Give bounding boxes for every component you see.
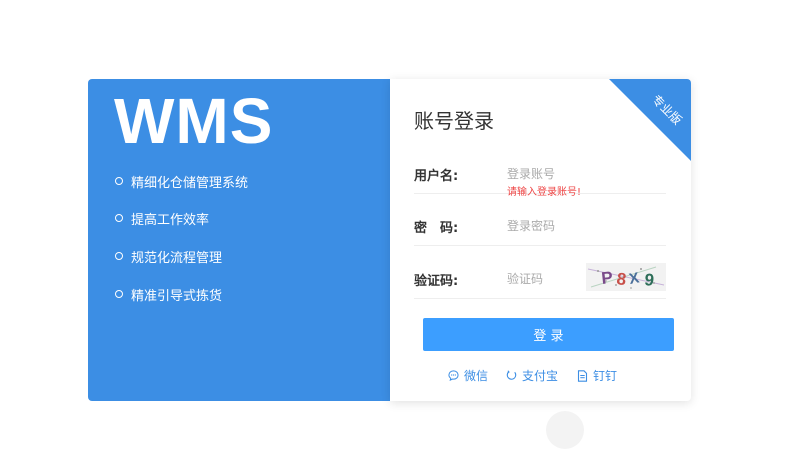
bullet-icon xyxy=(115,290,123,298)
feature-label: 精准引导式拣货 xyxy=(131,288,223,304)
alipay-login[interactable]: 支付宝 xyxy=(506,367,558,384)
password-label: 密 码: xyxy=(414,221,459,236)
captcha-image[interactable]: P 8 X 9 xyxy=(586,263,666,291)
feature-item: 精细化仓储管理系统 xyxy=(115,171,248,191)
feature-item: 规范化流程管理 xyxy=(115,246,222,266)
logo: WMS xyxy=(114,85,274,157)
loading-spinner xyxy=(546,411,584,449)
alipay-label: 支付宝 xyxy=(522,369,559,383)
feature-item: 精准引导式拣货 xyxy=(115,284,222,304)
feature-label: 提高工作效率 xyxy=(131,212,210,228)
svg-text:P: P xyxy=(600,268,613,288)
alipay-icon xyxy=(506,370,517,380)
chat-bubble-icon xyxy=(448,370,459,381)
bullet-icon xyxy=(115,177,123,185)
feature-label: 规范化流程管理 xyxy=(131,250,223,266)
username-error: 请输入登录账号! xyxy=(507,187,582,198)
bullet-icon xyxy=(115,252,123,260)
feature-label: 精细化仓储管理系统 xyxy=(131,175,249,191)
login-panel: 专业版 账号登录 用户名: 请输入登录账号! 密 码: 验证码: P 8 X 9… xyxy=(390,79,691,401)
captcha-label: 验证码: xyxy=(414,274,459,289)
password-input[interactable] xyxy=(505,212,659,240)
svg-text:9: 9 xyxy=(644,270,655,290)
dingtalk-label: 钉钉 xyxy=(593,369,618,383)
dingtalk-login[interactable]: 钉钉 xyxy=(577,367,617,384)
document-icon xyxy=(577,369,588,382)
wechat-login[interactable]: 微信 xyxy=(448,367,488,384)
username-label: 用户名: xyxy=(414,169,459,184)
login-title: 账号登录 xyxy=(414,109,494,133)
login-button[interactable]: 登 录 xyxy=(423,318,674,351)
wechat-label: 微信 xyxy=(464,369,489,383)
feature-item: 提高工作效率 xyxy=(115,208,209,228)
bullet-icon xyxy=(115,214,123,222)
svg-text:8: 8 xyxy=(615,269,627,289)
password-row: 密 码: xyxy=(414,205,666,246)
captcha-row: 验证码: P 8 X 9 xyxy=(414,258,666,299)
